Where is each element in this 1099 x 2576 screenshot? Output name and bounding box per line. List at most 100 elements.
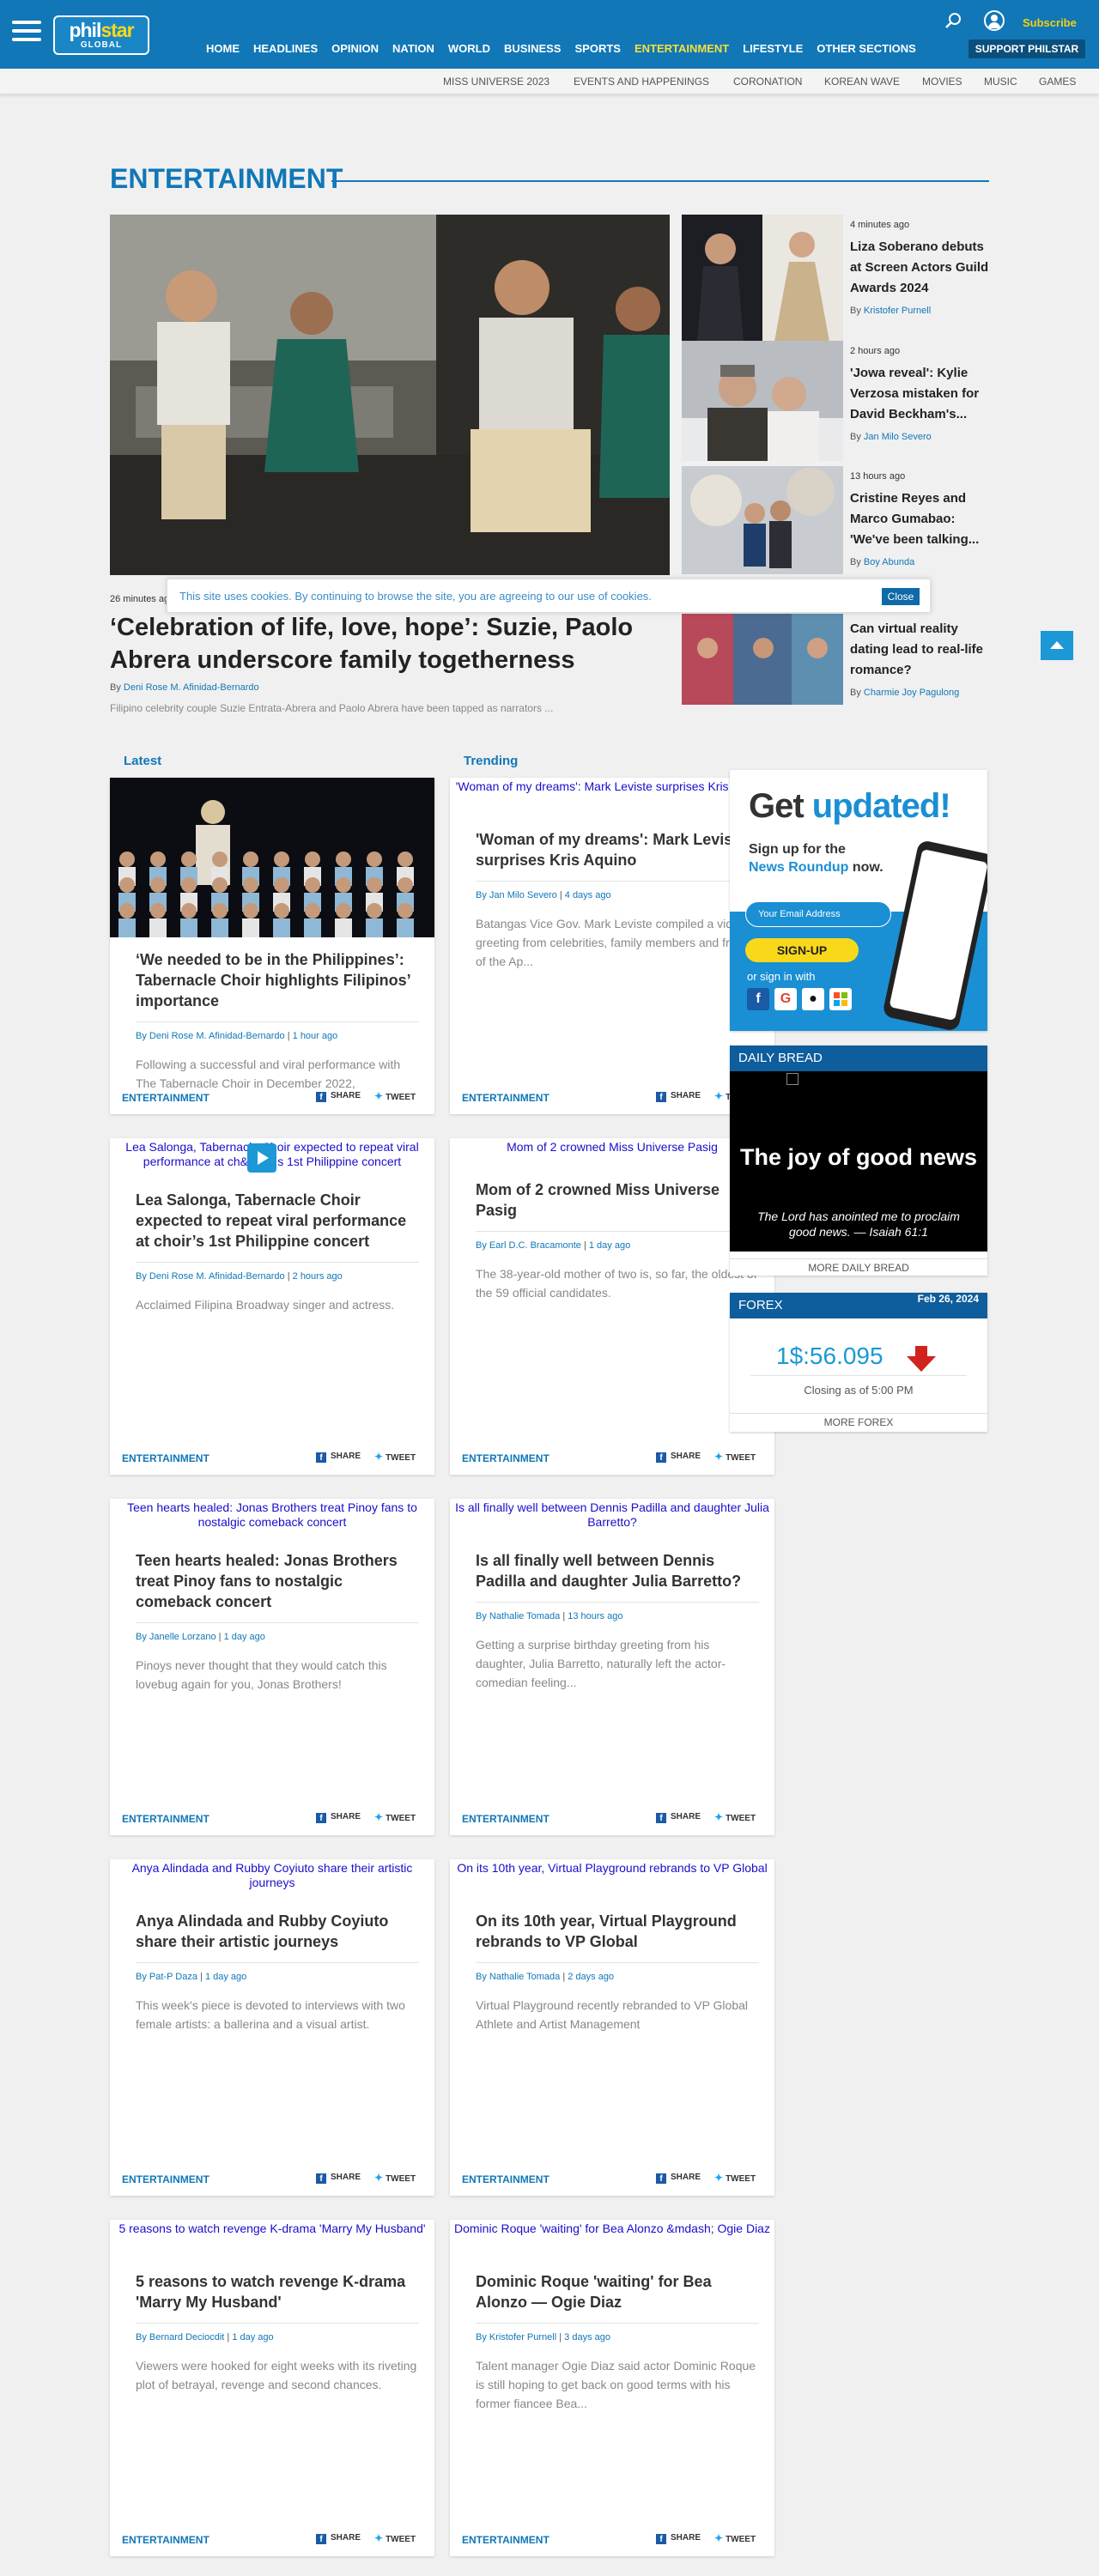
subnav-music[interactable]: MUSIC xyxy=(984,76,1017,88)
signup-button[interactable]: SIGN-UP xyxy=(745,938,859,962)
tab-latest[interactable]: Latest xyxy=(124,754,161,768)
news-card[interactable]: Lea Salonga, Tabernacle Choir expected t… xyxy=(110,1138,434,1475)
news-card[interactable]: Dominic Roque 'waiting' for Bea Alonzo &… xyxy=(450,2220,774,2556)
scroll-to-top-button[interactable] xyxy=(1041,631,1073,660)
card-category-link[interactable]: ENTERTAINMENT xyxy=(462,1092,550,1104)
card-image-alt[interactable]: 'Woman of my dreams': Mark Leviste surpr… xyxy=(450,779,774,794)
subnav-movies[interactable]: MOVIES xyxy=(922,76,962,88)
tweet-button[interactable]: ✦TWEET xyxy=(374,1090,416,1102)
card-author-link[interactable]: Nathalie Tomada xyxy=(489,1611,560,1621)
news-card[interactable]: On its 10th year, Virtual Playground reb… xyxy=(450,1859,774,2196)
card-author-link[interactable]: Jan Milo Severo xyxy=(489,890,557,900)
card-author-link[interactable]: Deni Rose M. Afinidad-Bernardo xyxy=(149,1031,285,1041)
share-button[interactable]: f SHARE xyxy=(316,1452,361,1463)
search-icon[interactable] xyxy=(944,12,962,29)
tweet-button[interactable]: ✦TWEET xyxy=(374,2172,416,2184)
card-title[interactable]: Anya Alindada and Rubby Coyiuto share th… xyxy=(136,1911,419,1963)
card-author-link[interactable]: Deni Rose M. Afinidad-Bernardo xyxy=(149,1271,285,1282)
microsoft-icon[interactable] xyxy=(829,988,852,1010)
tweet-button[interactable]: ✦TWEET xyxy=(374,2532,416,2544)
nav-home[interactable]: HOME xyxy=(206,41,240,58)
facebook-icon[interactable]: f xyxy=(747,988,769,1010)
card-category-link[interactable]: ENTERTAINMENT xyxy=(462,1813,550,1825)
subnav-coronation[interactable]: CORONATION xyxy=(733,76,802,88)
card-author-link[interactable]: Earl D.C. Bracamonte xyxy=(489,1240,581,1251)
side-story[interactable]: Can virtual reality dating lead to real-… xyxy=(682,614,989,708)
share-button[interactable]: f SHARE xyxy=(316,2173,361,2184)
card-image-alt[interactable]: Dominic Roque 'waiting' for Bea Alonzo &… xyxy=(450,2221,774,2236)
card-title[interactable]: 'Woman of my dreams': Mark Leviste surpr… xyxy=(476,829,759,882)
news-card[interactable]: Anya Alindada and Rubby Coyiuto share th… xyxy=(110,1859,434,2196)
card-title[interactable]: Is all finally well between Dennis Padil… xyxy=(476,1550,759,1603)
tweet-button[interactable]: ✦TWEET xyxy=(714,1811,756,1823)
cookie-close-button[interactable]: Close xyxy=(882,588,920,605)
side-story-title[interactable]: Cristine Reyes and Marco Gumabao: 'We've… xyxy=(850,488,993,550)
card-image-alt[interactable]: Is all finally well between Dennis Padil… xyxy=(450,1500,774,1530)
share-button[interactable]: f SHARE xyxy=(316,1812,361,1823)
side-story[interactable]: 2 hours ago 'Jowa reveal': Kylie Verzosa… xyxy=(682,341,989,476)
nav-entertainment[interactable]: ENTERTAINMENT xyxy=(635,41,729,58)
side-story-image[interactable] xyxy=(682,466,843,593)
nav-other-sections[interactable]: OTHER SECTIONS xyxy=(817,41,916,58)
side-story-image[interactable] xyxy=(682,341,843,468)
share-button[interactable]: f SHARE xyxy=(656,1452,701,1463)
card-image-alt[interactable]: 5 reasons to watch revenge K-drama 'Marr… xyxy=(110,2221,434,2236)
card-title[interactable]: Lea Salonga, Tabernacle Choir expected t… xyxy=(136,1190,419,1263)
card-category-link[interactable]: ENTERTAINMENT xyxy=(122,2534,209,2546)
more-daily-bread-link[interactable]: MORE DAILY BREAD xyxy=(730,1258,987,1276)
card-title[interactable]: Dominic Roque 'waiting' for Bea Alonzo —… xyxy=(476,2271,759,2324)
card-category-link[interactable]: ENTERTAINMENT xyxy=(462,2534,550,2546)
card-image-alt[interactable]: On its 10th year, Virtual Playground reb… xyxy=(450,1861,774,1876)
card-category-link[interactable]: ENTERTAINMENT xyxy=(462,2173,550,2185)
card-image-alt[interactable]: Anya Alindada and Rubby Coyiuto share th… xyxy=(110,1861,434,1890)
side-story-author[interactable]: Boy Abunda xyxy=(864,557,914,567)
side-story[interactable]: 4 minutes ago Liza Soberano debuts at Sc… xyxy=(682,215,989,350)
card-category-link[interactable]: ENTERTAINMENT xyxy=(122,1092,209,1104)
side-story-image[interactable] xyxy=(682,614,843,705)
subnav-events[interactable]: EVENTS AND HAPPENINGS xyxy=(574,76,709,88)
news-card[interactable]: Is all finally well between Dennis Padil… xyxy=(450,1499,774,1835)
card-title[interactable]: 5 reasons to watch revenge K-drama 'Marr… xyxy=(136,2271,419,2324)
daily-bread-box[interactable]: The joy of good news The Lord has anoint… xyxy=(730,1071,987,1252)
hamburger-menu-icon[interactable] xyxy=(12,21,41,45)
nav-opinion[interactable]: OPINION xyxy=(331,41,379,58)
nav-sports[interactable]: SPORTS xyxy=(574,41,620,58)
support-philstar-button[interactable]: SUPPORT PHILSTAR xyxy=(968,39,1085,58)
card-category-link[interactable]: ENTERTAINMENT xyxy=(462,1452,550,1464)
share-button[interactable]: f SHARE xyxy=(656,1812,701,1823)
share-button[interactable]: f SHARE xyxy=(656,1091,701,1102)
nav-world[interactable]: WORLD xyxy=(448,41,490,58)
share-button[interactable]: f SHARE xyxy=(316,2533,361,2544)
card-title[interactable]: On its 10th year, Virtual Playground reb… xyxy=(476,1911,759,1963)
news-card[interactable]: ‘We needed to be in the Philippines’: Ta… xyxy=(110,778,434,1114)
subnav-korean-wave[interactable]: KOREAN WAVE xyxy=(824,76,900,88)
nav-business[interactable]: BUSINESS xyxy=(504,41,561,58)
google-icon[interactable]: G xyxy=(774,988,797,1010)
tweet-button[interactable]: ✦TWEET xyxy=(374,1451,416,1463)
user-account-icon[interactable] xyxy=(984,10,1005,31)
nav-headlines[interactable]: HEADLINES xyxy=(253,41,318,58)
nav-nation[interactable]: NATION xyxy=(392,41,434,58)
tweet-button[interactable]: ✦TWEET xyxy=(374,1811,416,1823)
tweet-button[interactable]: ✦TWEET xyxy=(714,1451,756,1463)
side-story-image[interactable] xyxy=(682,215,843,342)
card-author-link[interactable]: Bernard Deciocdit xyxy=(149,2332,224,2343)
share-button[interactable]: f SHARE xyxy=(656,2533,701,2544)
nav-lifestyle[interactable]: LIFESTYLE xyxy=(743,41,803,58)
more-forex-link[interactable]: MORE FOREX xyxy=(730,1413,987,1430)
card-image[interactable] xyxy=(110,778,434,937)
card-author-link[interactable]: Janelle Lorzano xyxy=(149,1632,216,1642)
side-story-author[interactable]: Charmie Joy Pagulong xyxy=(864,688,959,698)
apple-icon[interactable]: ● xyxy=(802,988,824,1010)
side-story-author[interactable]: Jan Milo Severo xyxy=(864,432,932,442)
card-title[interactable]: Mom of 2 crowned Miss Universe Pasig xyxy=(476,1179,759,1232)
subscribe-link[interactable]: Subscribe xyxy=(1023,16,1077,29)
newsletter-email-input[interactable]: Your Email Address xyxy=(745,901,891,927)
card-image-alt[interactable]: Teen hearts healed: Jonas Brothers treat… xyxy=(110,1500,434,1530)
subnav-games[interactable]: GAMES xyxy=(1039,76,1076,88)
card-author-link[interactable]: Nathalie Tomada xyxy=(489,1972,560,1982)
hero-image[interactable] xyxy=(110,215,670,575)
tab-trending[interactable]: Trending xyxy=(464,754,518,768)
card-author-link[interactable]: Kristofer Purnell xyxy=(489,2332,556,2343)
news-card[interactable]: Teen hearts healed: Jonas Brothers treat… xyxy=(110,1499,434,1835)
